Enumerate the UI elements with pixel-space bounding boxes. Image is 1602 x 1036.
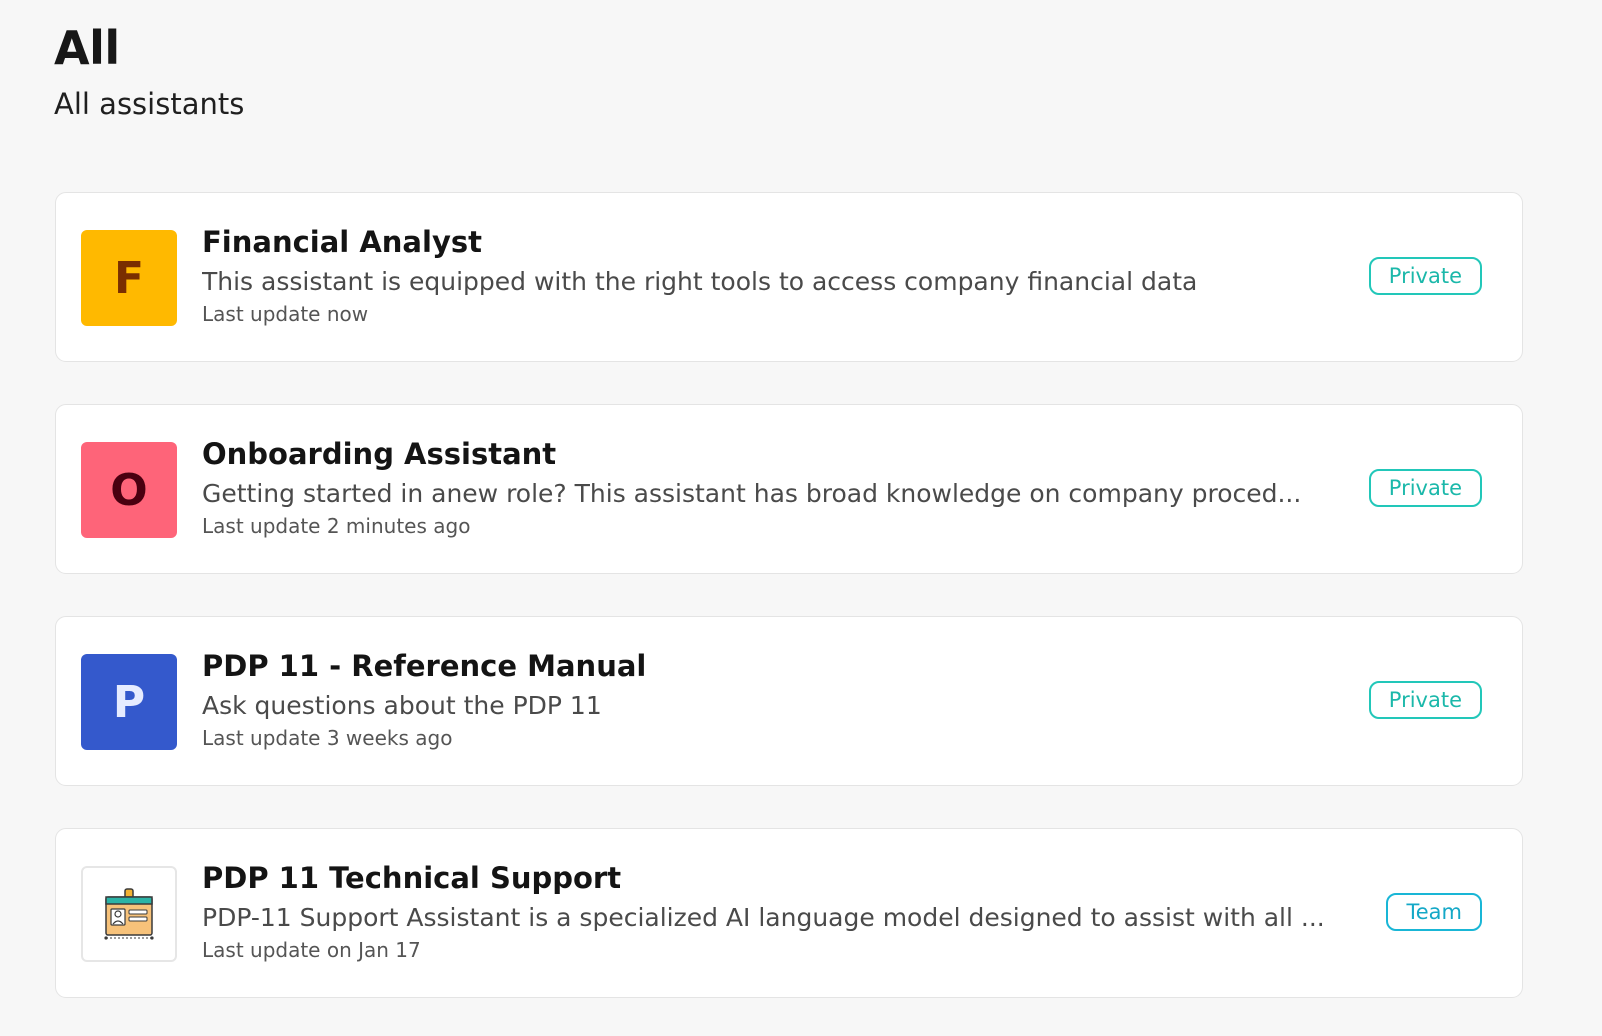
page-title: All bbox=[54, 21, 120, 75]
assistant-info: Onboarding Assistant Getting started in … bbox=[202, 436, 1352, 540]
visibility-badge: Private bbox=[1368, 681, 1482, 719]
assistant-name[interactable]: Financial Analyst bbox=[202, 224, 1352, 260]
assistant-description: PDP-11 Support Assistant is a specialize… bbox=[202, 903, 1325, 932]
last-update: Last update now bbox=[202, 302, 369, 326]
last-update: Last update 2 minutes ago bbox=[202, 514, 471, 538]
assistant-description: Ask questions about the PDP 11 bbox=[202, 691, 602, 720]
assistant-name[interactable]: PDP 11 Technical Support bbox=[202, 860, 1352, 896]
assistant-avatar: P bbox=[81, 654, 177, 750]
assistant-card[interactable]: F Financial Analyst This assistant is eq… bbox=[55, 192, 1523, 362]
id-badge-icon bbox=[104, 888, 154, 940]
assistant-card[interactable]: PDP 11 Technical Support PDP-11 Support … bbox=[55, 828, 1523, 998]
visibility-badge: Private bbox=[1368, 469, 1482, 507]
assistant-info: Financial Analyst This assistant is equi… bbox=[202, 224, 1352, 328]
assistant-description: Getting started in anew role? This assis… bbox=[202, 479, 1302, 508]
assistant-card[interactable]: O Onboarding Assistant Getting started i… bbox=[55, 404, 1523, 574]
assistant-name[interactable]: Onboarding Assistant bbox=[202, 436, 1352, 472]
assistant-card[interactable]: P PDP 11 - Reference Manual Ask question… bbox=[55, 616, 1523, 786]
avatar-initial: O bbox=[110, 464, 148, 516]
assistant-name[interactable]: PDP 11 - Reference Manual bbox=[202, 648, 1352, 684]
assistants-page: All All assistants F Financial Analyst T… bbox=[0, 0, 1602, 1036]
assistant-description: This assistant is equipped with the righ… bbox=[202, 267, 1198, 296]
assistant-avatar bbox=[81, 866, 177, 962]
page-subtitle: All assistants bbox=[54, 87, 245, 121]
assistant-avatar: F bbox=[81, 230, 177, 326]
assistant-avatar: O bbox=[81, 442, 177, 538]
avatar-initial: P bbox=[112, 676, 146, 728]
visibility-badge: Private bbox=[1368, 257, 1482, 295]
last-update: Last update on Jan 17 bbox=[202, 938, 421, 962]
last-update: Last update 3 weeks ago bbox=[202, 726, 453, 750]
assistant-info: PDP 11 Technical Support PDP-11 Support … bbox=[202, 860, 1352, 964]
assistant-info: PDP 11 - Reference Manual Ask questions … bbox=[202, 648, 1352, 752]
visibility-badge: Team bbox=[1386, 893, 1482, 931]
avatar-initial: F bbox=[113, 252, 145, 304]
assistant-list: F Financial Analyst This assistant is eq… bbox=[55, 192, 1523, 1036]
